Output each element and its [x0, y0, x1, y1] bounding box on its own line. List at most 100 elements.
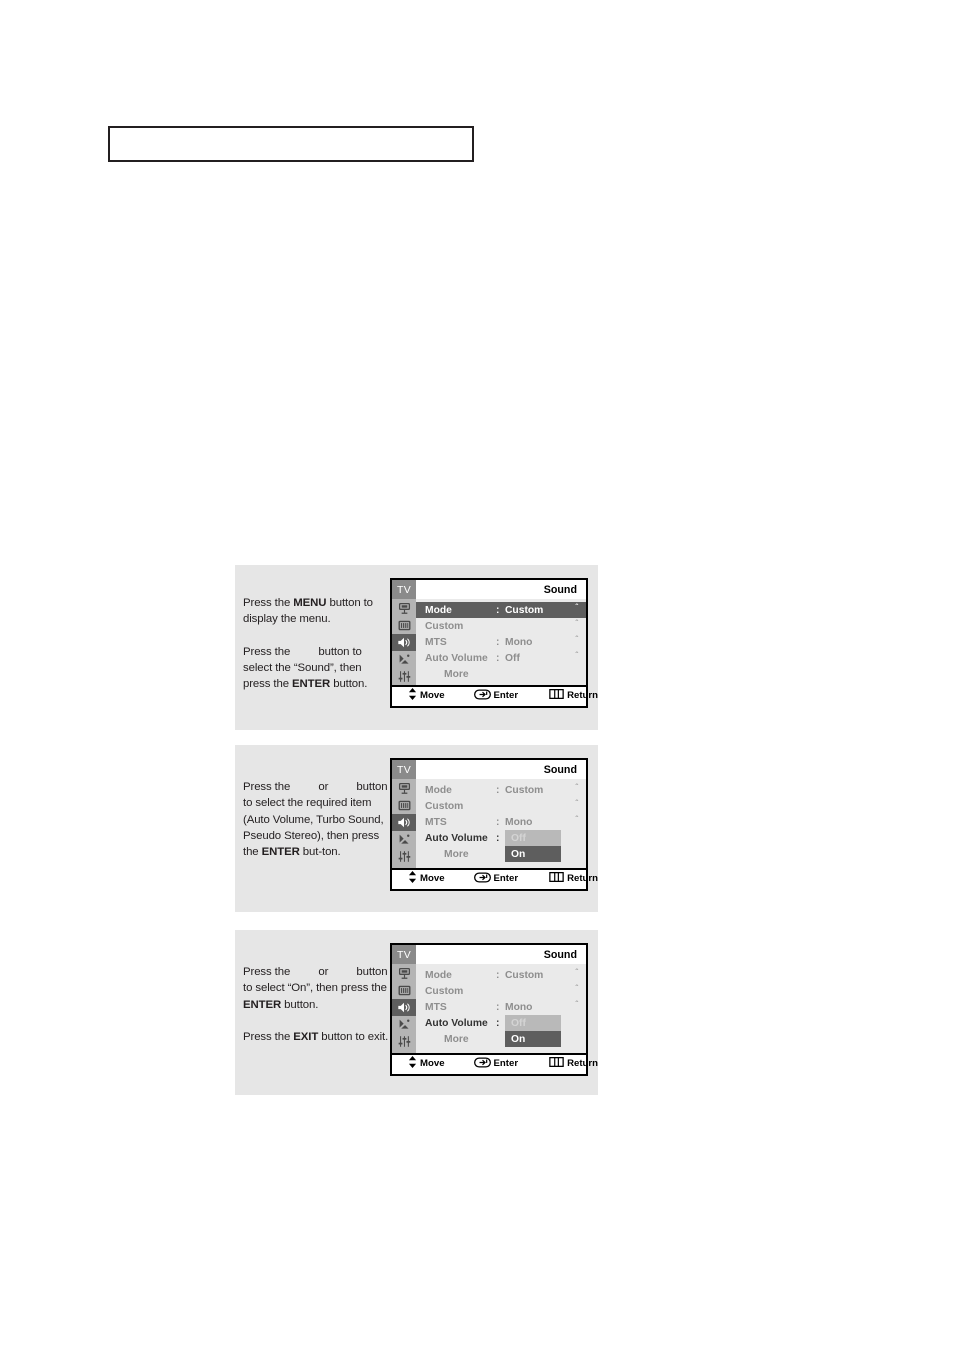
osd-row-value: Mono: [505, 636, 533, 648]
osd-row-colon: :: [496, 832, 500, 844]
osd-menu-row[interactable]: Custom ˆ: [416, 618, 586, 634]
footer-hint[interactable]: Return: [549, 1056, 598, 1070]
satellite-dish-icon[interactable]: [392, 651, 416, 668]
enter-key-icon: [473, 1056, 491, 1071]
footer-hint-label: Return: [567, 873, 598, 884]
tv-osd-menu: TV Sound Mode: Custom ˆ Custom ˆ MTS: Mono ˆ Auto …: [390, 758, 598, 891]
osd-row-colon: :: [496, 604, 500, 616]
osd-row-label: MTS: [425, 1001, 447, 1013]
osd-row-colon: :: [496, 1017, 500, 1029]
footer-hint-label: Move: [420, 1058, 445, 1069]
option-off[interactable]: Off: [505, 1015, 561, 1031]
osd-row-label: Auto Volume: [425, 1017, 488, 1029]
header-box: [108, 126, 474, 162]
instruction-text-block: Press the MENU button to display the men…: [243, 595, 391, 692]
antenna-icon[interactable]: [392, 780, 416, 797]
osd-menu-row[interactable]: MTS: Mono ˆ: [416, 634, 586, 650]
osd-row-label: More: [444, 848, 469, 860]
antenna-icon[interactable]: [392, 600, 416, 617]
osd-header: TV Sound: [392, 760, 586, 779]
satellite-dish-icon[interactable]: [392, 1016, 416, 1033]
osd-source-label: TV: [392, 580, 416, 599]
chevron-up-icon: ˆ: [575, 651, 578, 660]
osd-menu-row[interactable]: Mode: Custom ˆ: [416, 967, 586, 983]
option-on[interactable]: On: [505, 1031, 561, 1047]
osd-category-rail: [392, 964, 416, 1053]
chevron-up-icon: ˆ: [575, 799, 578, 808]
up-down-arrows-icon: [408, 871, 417, 886]
footer-hint-label: Enter: [493, 873, 519, 884]
menu-key-icon: [549, 688, 564, 702]
osd-menu-row[interactable]: Auto Volume: Off ˆ: [416, 650, 586, 666]
osd-footer: Move Enter Return: [392, 868, 598, 887]
footer-hint-label: Return: [567, 690, 598, 701]
osd-row-colon: :: [496, 1001, 500, 1013]
osd-menu-row[interactable]: Auto Volume: Off On: [416, 830, 586, 862]
instruction-paragraph: Press the EXIT button to exit.: [243, 1029, 391, 1045]
footer-hint[interactable]: Return: [549, 871, 598, 885]
chevron-up-icon: ˆ: [575, 635, 578, 644]
instruction-paragraph: Press the MENU button to display the men…: [243, 595, 391, 628]
key-name: EXIT: [293, 1030, 319, 1043]
chevron-up-icon: ˆ: [575, 968, 578, 977]
setup-sliders-icon[interactable]: [392, 848, 416, 865]
osd-body: Mode: Custom ˆ Custom ˆ MTS: Mono ˆ Auto Volume:…: [392, 599, 586, 685]
footer-hint-label: Move: [420, 873, 445, 884]
setup-sliders-icon[interactable]: [392, 668, 416, 685]
osd-menu-row[interactable]: MTS: Mono ˆ: [416, 999, 586, 1015]
footer-hint-label: Move: [420, 690, 445, 701]
instruction-paragraph: Press the button to select the “Sound”, …: [243, 644, 391, 693]
osd-row-label: MTS: [425, 636, 447, 648]
osd-header: TV Sound: [392, 580, 586, 599]
instruction-text: Press the: [243, 645, 294, 658]
footer-hint-label: Enter: [493, 690, 519, 701]
osd-menu-row[interactable]: More: [416, 666, 586, 682]
speaker-icon[interactable]: [392, 814, 416, 831]
footer-hint[interactable]: Enter: [473, 1056, 518, 1071]
up-down-arrows-icon: [408, 688, 417, 703]
footer-hint[interactable]: Move: [408, 688, 445, 703]
footer-hint[interactable]: Enter: [473, 688, 519, 703]
option-on[interactable]: On: [505, 846, 561, 862]
antenna-icon[interactable]: [392, 965, 416, 982]
osd-body: Mode: Custom ˆ Custom ˆ MTS: Mono ˆ Auto Volume:…: [392, 964, 586, 1053]
osd-source-label: TV: [392, 945, 416, 964]
osd-row-colon: :: [496, 784, 500, 796]
osd-title: Sound: [543, 583, 577, 596]
option-off[interactable]: Off: [505, 830, 561, 846]
enter-key-icon: [473, 871, 491, 886]
osd-source-label: TV: [392, 760, 416, 779]
satellite-dish-icon[interactable]: [392, 831, 416, 848]
instruction-text-block: Press the or button to select “On”, then…: [243, 964, 391, 1045]
osd-row-colon: :: [496, 652, 500, 664]
instruction-text-block: Press the or button to select the requir…: [243, 779, 391, 860]
footer-hint[interactable]: Enter: [473, 871, 519, 886]
setup-sliders-icon[interactable]: [392, 1033, 416, 1050]
footer-hint-label: Return: [567, 1058, 598, 1069]
osd-menu-row[interactable]: Auto Volume: Off On: [416, 1015, 586, 1047]
picture-icon[interactable]: [392, 617, 416, 634]
osd-row-label: More: [444, 1033, 469, 1045]
osd-menu-row[interactable]: Custom ˆ: [416, 798, 586, 814]
osd-row-value: Mono: [505, 816, 533, 828]
footer-hint[interactable]: Move: [408, 1056, 445, 1071]
osd-row-label: Mode: [425, 604, 452, 616]
picture-icon[interactable]: [392, 797, 416, 814]
footer-hint[interactable]: Move: [408, 871, 445, 886]
speaker-icon[interactable]: [392, 999, 416, 1016]
osd-menu-row[interactable]: Custom ˆ: [416, 983, 586, 999]
osd-menu-row[interactable]: Mode: Custom ˆ: [416, 782, 586, 798]
osd-row-label: More: [444, 668, 469, 680]
footer-hint[interactable]: Return: [549, 688, 598, 702]
instruction-text: Press the: [243, 597, 294, 609]
speaker-icon[interactable]: [392, 634, 416, 651]
osd-menu-row[interactable]: Mode: Custom ˆ: [416, 602, 586, 618]
osd-row-label: Custom: [425, 620, 464, 632]
osd-menu-row[interactable]: MTS: Mono ˆ: [416, 814, 586, 830]
instruction-paragraph: Press the or button to select the requir…: [243, 779, 391, 860]
osd-row-colon: :: [496, 969, 500, 981]
picture-icon[interactable]: [392, 982, 416, 999]
key-name: ENTER: [261, 846, 300, 859]
osd-title: Sound: [543, 763, 577, 776]
osd-item-list: Mode: Custom ˆ Custom ˆ MTS: Mono ˆ Auto Volume:…: [416, 779, 586, 868]
